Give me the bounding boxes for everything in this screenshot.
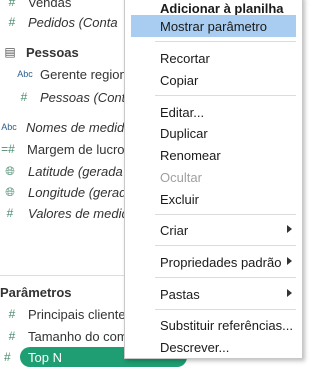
menu-item-label: Adicionar à planilha (160, 0, 284, 16)
parameter-icon: # (8, 307, 16, 321)
submenu-arrow-icon (287, 289, 292, 297)
parameter-icon: # (8, 329, 16, 343)
table-label: Pessoas (26, 44, 79, 60)
menu-item-pastas[interactable]: Pastas (125, 283, 302, 305)
menu-item-label: Excluir (160, 191, 200, 207)
section-divider (0, 275, 125, 276)
field-label: Valores de medida (28, 205, 136, 221)
menu-item-label: Propriedades padrão (160, 254, 282, 270)
submenu-arrow-icon (287, 257, 292, 265)
submenu-arrow-icon (287, 225, 292, 233)
menu-item-descrever[interactable]: Descrever... (125, 336, 302, 358)
dimension-abc-icon: Abc (1, 122, 17, 132)
menu-item-duplicar[interactable]: Duplicar (125, 122, 302, 144)
measure-icon: # (8, 0, 16, 9)
menu-item-propriedades-padrao[interactable]: Propriedades padrão (125, 251, 302, 273)
menu-item-editar[interactable]: Editar... (125, 101, 302, 123)
menu-item-label: Editar... (160, 104, 205, 120)
menu-item-recortar[interactable]: Recortar (125, 47, 302, 69)
field-label: Pessoas (Conta (40, 89, 133, 105)
menu-item-label: Copiar (160, 72, 199, 88)
menu-separator (155, 309, 296, 310)
menu-item-criar[interactable]: Criar (125, 219, 302, 241)
menu-item-label: Recortar (160, 50, 210, 66)
measure-icon: # (8, 15, 16, 29)
parameter-label: Principais clientes (28, 306, 133, 322)
menu-item-label: Duplicar (160, 125, 208, 141)
dimension-abc-icon: Abc (17, 69, 33, 79)
menu-separator (155, 214, 296, 215)
measure-icon: # (6, 206, 14, 220)
measure-icon: # (20, 90, 28, 104)
menu-item-label: Descrever... (160, 339, 230, 355)
table-icon: ▤ (4, 45, 16, 59)
menu-item-label: Renomear (160, 147, 221, 163)
menu-item-label: Ocultar (160, 169, 202, 185)
menu-separator (155, 95, 296, 96)
menu-separator (155, 41, 296, 42)
field-label: Latitude (gerada (28, 163, 123, 179)
globe-icon: 🌐︎ (5, 184, 15, 199)
field-label: Longitude (gerada (28, 184, 134, 200)
parameters-title: Parâmetros (0, 284, 72, 300)
calculated-measure-icon: =# (1, 142, 15, 156)
parameter-icon: # (4, 350, 11, 364)
menu-item-label: Pastas (160, 286, 200, 302)
globe-icon: 🌐︎ (5, 163, 15, 178)
menu-item-substituir-referencias[interactable]: Substituir referências... (125, 314, 302, 336)
menu-item-renomear[interactable]: Renomear (125, 144, 302, 166)
field-label: Vendas (28, 0, 72, 10)
field-label: Pedidos (Conta (28, 14, 118, 30)
menu-separator (155, 245, 296, 246)
field-label: Gerente regiona (40, 66, 134, 82)
context-menu: Adicionar à planilha Mostrar parâmetro R… (124, 0, 303, 359)
parameter-label: Tamanho do com (28, 328, 128, 344)
field-label: Nomes de medida (26, 119, 132, 135)
menu-item-copiar[interactable]: Copiar (125, 69, 302, 91)
menu-item-label: Substituir referências... (160, 317, 293, 333)
menu-item-excluir[interactable]: Excluir (125, 188, 302, 210)
menu-item-mostrar-parametro[interactable]: Mostrar parâmetro (131, 15, 296, 37)
menu-item-label: Criar (160, 222, 189, 238)
menu-item-label: Mostrar parâmetro (160, 18, 267, 34)
field-label: Margem de lucro (27, 141, 125, 157)
menu-item-ocultar-disabled: Ocultar (125, 166, 302, 188)
menu-separator (155, 277, 296, 278)
parameter-label: Top N (28, 349, 62, 365)
